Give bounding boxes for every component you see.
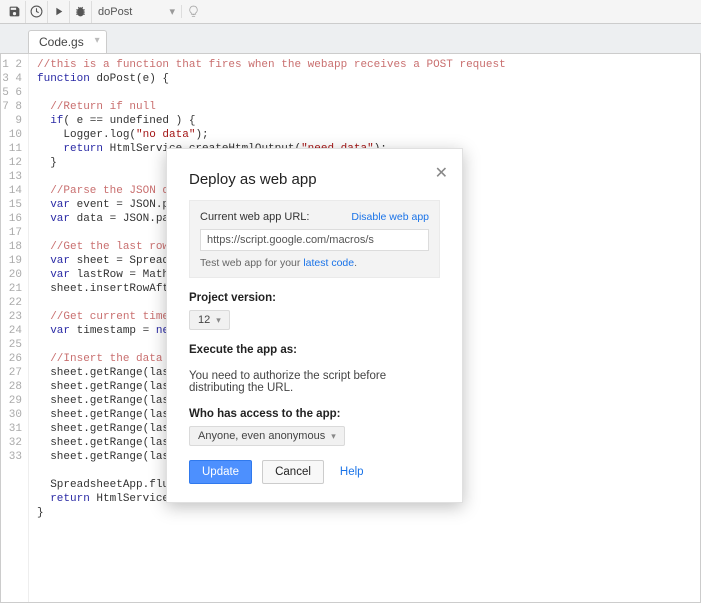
lightbulb-icon <box>187 5 200 18</box>
close-icon: ✕ <box>435 165 448 182</box>
tab-menu-caret-icon[interactable]: ▾ <box>95 35 100 46</box>
update-button[interactable]: Update <box>189 460 252 484</box>
dialog-title: Deploy as web app <box>189 171 440 188</box>
function-select-label: doPost <box>98 6 132 18</box>
version-label: Project version: <box>189 292 440 304</box>
updown-icon: ▾ <box>331 431 336 442</box>
help-link[interactable]: Help <box>340 466 364 478</box>
authorize-message: You need to authorize the script before … <box>189 370 440 394</box>
url-label: Current web app URL: <box>200 211 309 223</box>
latest-code-link[interactable]: latest code <box>303 257 354 269</box>
clock-icon <box>30 5 43 18</box>
deploy-dialog: ✕ Deploy as web app Current web app URL:… <box>166 148 463 503</box>
save-button[interactable] <box>4 1 26 23</box>
save-icon <box>8 5 21 18</box>
tab-strip: Code.gs ▾ <box>0 24 701 53</box>
close-button[interactable]: ✕ <box>435 163 448 183</box>
caret-down-icon: ▾ <box>169 5 175 18</box>
line-gutter: 1 2 3 4 5 6 7 8 9 10 11 12 13 14 15 16 1… <box>1 54 29 602</box>
hint-button[interactable] <box>182 1 204 23</box>
file-tab[interactable]: Code.gs ▾ <box>28 30 107 53</box>
access-label: Who has access to the app: <box>189 408 440 420</box>
access-select[interactable]: Anyone, even anonymous ▾ <box>189 426 345 446</box>
access-value: Anyone, even anonymous <box>198 430 325 442</box>
history-button[interactable] <box>26 1 48 23</box>
play-icon <box>52 5 65 18</box>
bug-icon <box>74 5 87 18</box>
version-select[interactable]: 12 ▾ <box>189 310 230 330</box>
cancel-button[interactable]: Cancel <box>262 460 324 484</box>
disable-webapp-link[interactable]: Disable web app <box>351 211 429 223</box>
webapp-url-input[interactable] <box>200 229 429 251</box>
updown-icon: ▾ <box>216 315 221 326</box>
execute-as-label: Execute the app as: <box>189 344 440 356</box>
run-button[interactable] <box>48 1 70 23</box>
toolbar: doPost ▾ <box>0 0 701 24</box>
url-panel: Current web app URL: Disable web app Tes… <box>189 200 440 278</box>
version-value: 12 <box>198 314 210 326</box>
file-tab-label: Code.gs <box>39 35 84 49</box>
test-line: Test web app for your latest code. <box>200 257 429 269</box>
function-select[interactable]: doPost ▾ <box>92 5 182 18</box>
debug-button[interactable] <box>70 1 92 23</box>
